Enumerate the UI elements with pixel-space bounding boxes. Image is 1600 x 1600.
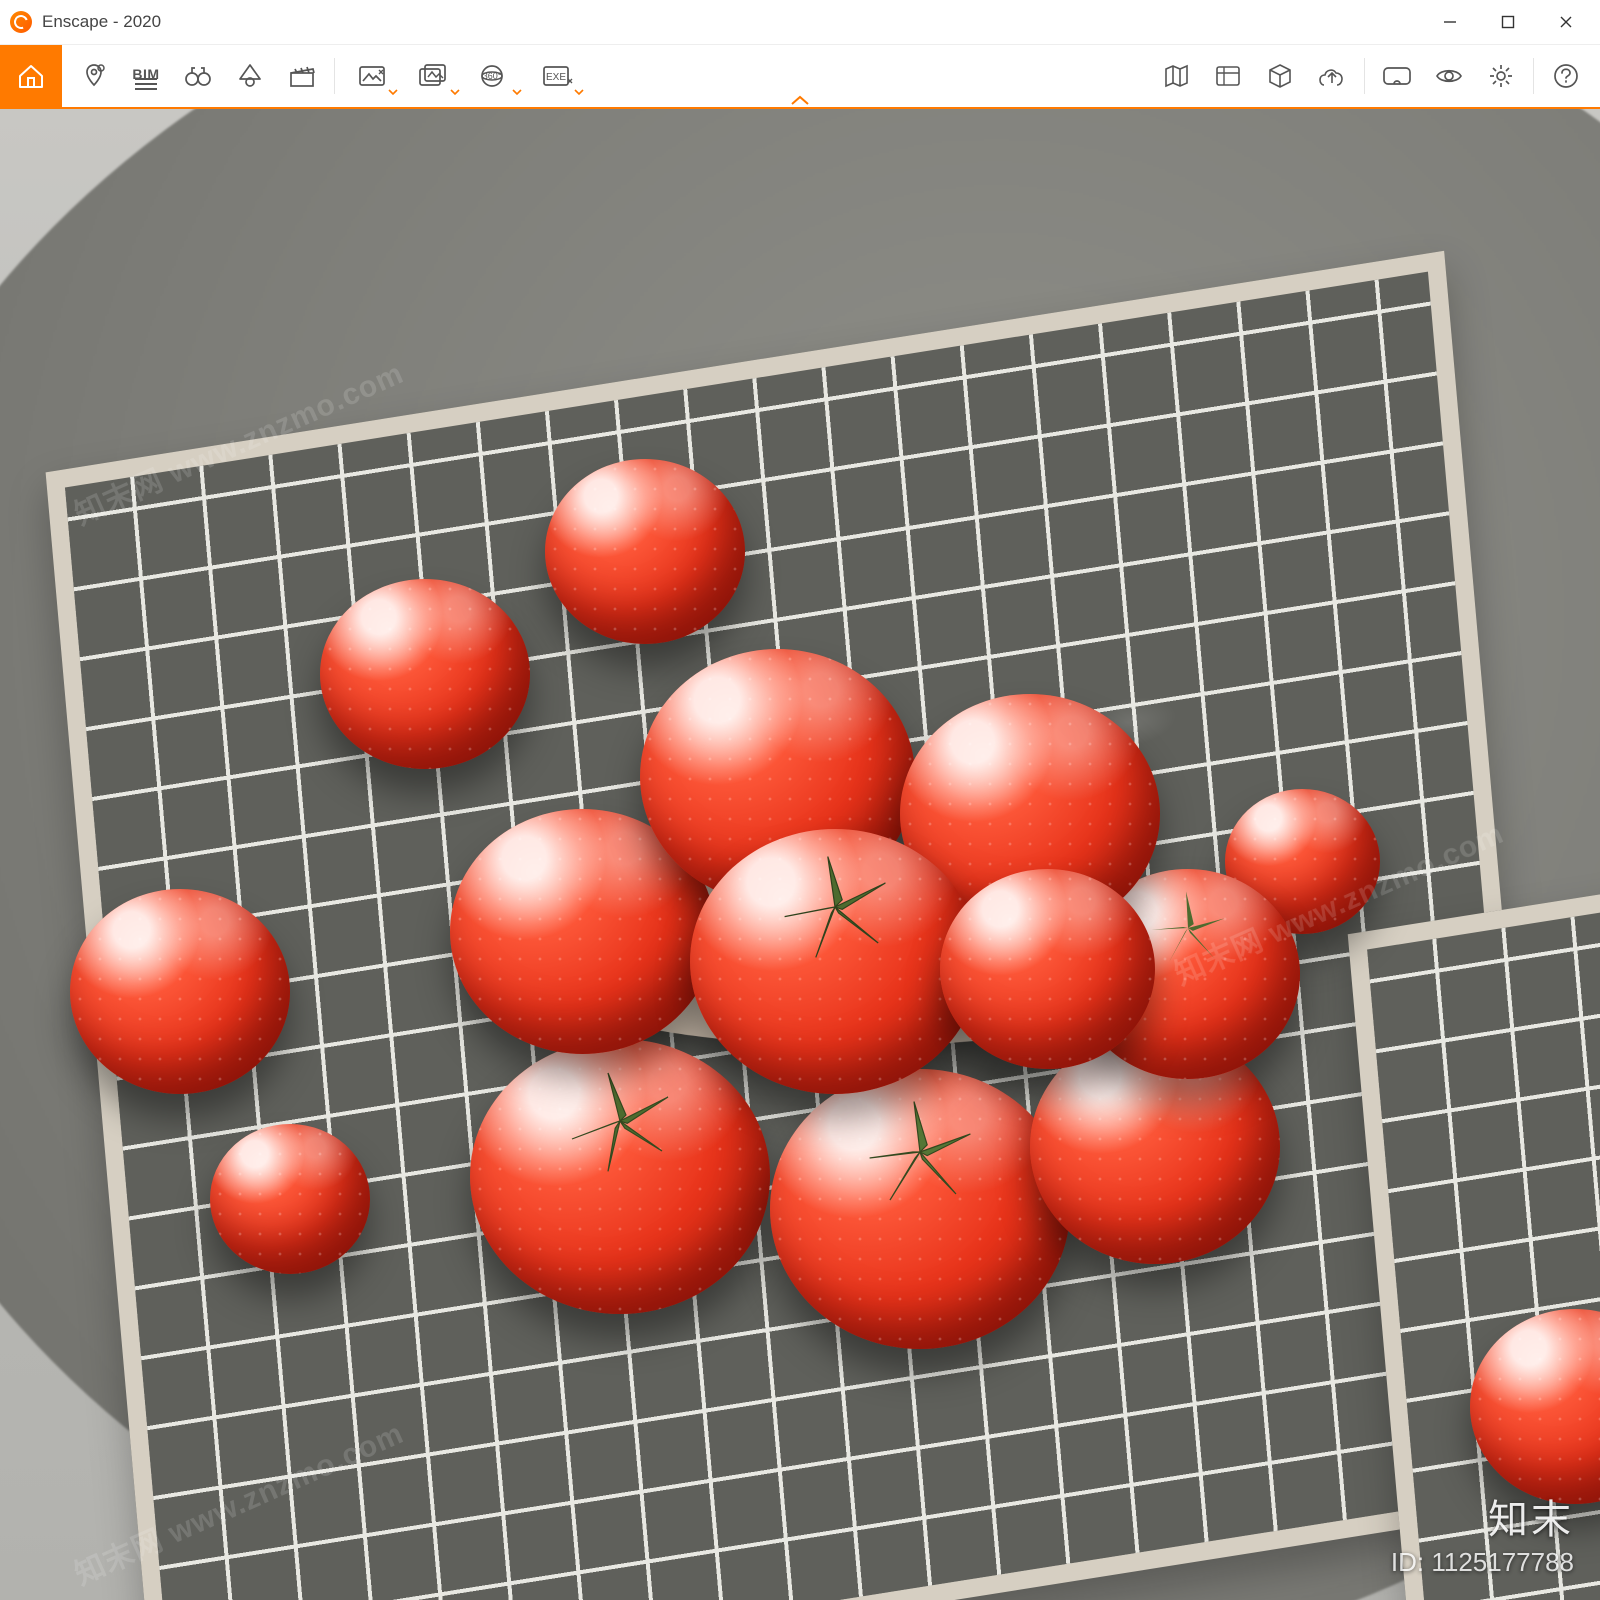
view-cone-icon [236,62,264,90]
toolbar-separator [1364,58,1365,94]
tomato [210,1124,370,1274]
clapper-icon [288,63,316,89]
svg-text:360°: 360° [483,71,502,81]
map-pin-icon [80,62,108,90]
asset-library-icon [1214,63,1242,89]
map-button[interactable] [1152,52,1200,100]
expand-toolbar-button[interactable] [780,91,820,109]
toolbar-separator [1533,58,1534,94]
tomato [470,1039,770,1314]
maximize-icon [1501,15,1515,29]
visual-settings-button[interactable] [1425,52,1473,100]
panorama-icon: 360° [479,63,513,89]
screenshot-icon [357,63,387,89]
minimize-button[interactable] [1422,2,1478,42]
titlebar: Enscape - 2020 [0,0,1600,45]
svg-text:EXE: EXE [546,72,566,83]
window-controls [1422,2,1594,42]
settings-button[interactable] [1477,52,1525,100]
toolbar: BIM 360° [0,45,1600,109]
upload-button[interactable] [1308,52,1356,100]
render-viewport[interactable]: 知末网 www.znzmo.com 知末网 www.znzmo.com 知末网 … [0,109,1600,1600]
view-cone-button[interactable] [226,52,274,100]
screenshot-button[interactable] [343,52,401,100]
close-icon [1559,15,1573,29]
tomato [545,459,745,644]
app-logo-icon [10,11,32,33]
dropdown-caret-icon [574,88,584,96]
help-button[interactable] [1542,52,1590,100]
cube-button[interactable] [1256,52,1304,100]
dropdown-caret-icon [388,88,398,96]
tomato [70,889,290,1094]
cube-icon [1267,63,1293,89]
map-icon [1162,63,1190,89]
app-window: Enscape - 2020 BIM [0,0,1600,1600]
app-title: Enscape - 2020 [42,12,161,32]
exe-icon: EXE [541,63,575,89]
batch-render-button[interactable] [405,52,463,100]
maximize-button[interactable] [1480,2,1536,42]
tomato-stem-icon [860,1092,980,1212]
tomato-stem-icon [560,1061,680,1181]
video-clapper-button[interactable] [278,52,326,100]
toolbar-left: BIM 360° [62,45,589,107]
watermark-id: ID: 1125177788 [1391,1547,1574,1578]
watermark-brand: 知末 [1391,1487,1574,1545]
vr-button[interactable] [1373,52,1421,100]
help-icon [1553,63,1579,89]
bim-icon: BIM [132,67,159,85]
tomato [320,579,530,769]
bim-label: BIM [132,67,159,81]
dropdown-caret-icon [450,88,460,96]
batch-render-icon [418,63,450,89]
toolbar-right [1150,45,1600,107]
upload-icon [1319,63,1345,89]
close-button[interactable] [1538,2,1594,42]
vr-headset-icon [1382,65,1412,87]
tomato-stem-icon [775,847,895,967]
title-left: Enscape - 2020 [10,11,161,33]
eye-icon [1435,65,1463,87]
toolbar-separator [334,58,335,94]
exe-export-button[interactable]: EXE [529,52,587,100]
gear-icon [1488,63,1514,89]
binoculars-icon [183,63,213,89]
chevron-up-icon [789,93,811,107]
tomato [770,1069,1070,1349]
binoculars-button[interactable] [174,52,222,100]
asset-library-button[interactable] [1204,52,1252,100]
bim-manager-button[interactable]: BIM [122,52,170,100]
home-icon [16,61,46,91]
tomato [690,829,980,1094]
panorama-button[interactable]: 360° [467,52,525,100]
tomato [940,869,1155,1069]
footer-watermark: 知末 ID: 1125177788 [1391,1487,1574,1578]
home-button[interactable] [0,45,62,107]
map-pin-button[interactable] [70,52,118,100]
dropdown-caret-icon [512,88,522,96]
minimize-icon [1443,15,1457,29]
